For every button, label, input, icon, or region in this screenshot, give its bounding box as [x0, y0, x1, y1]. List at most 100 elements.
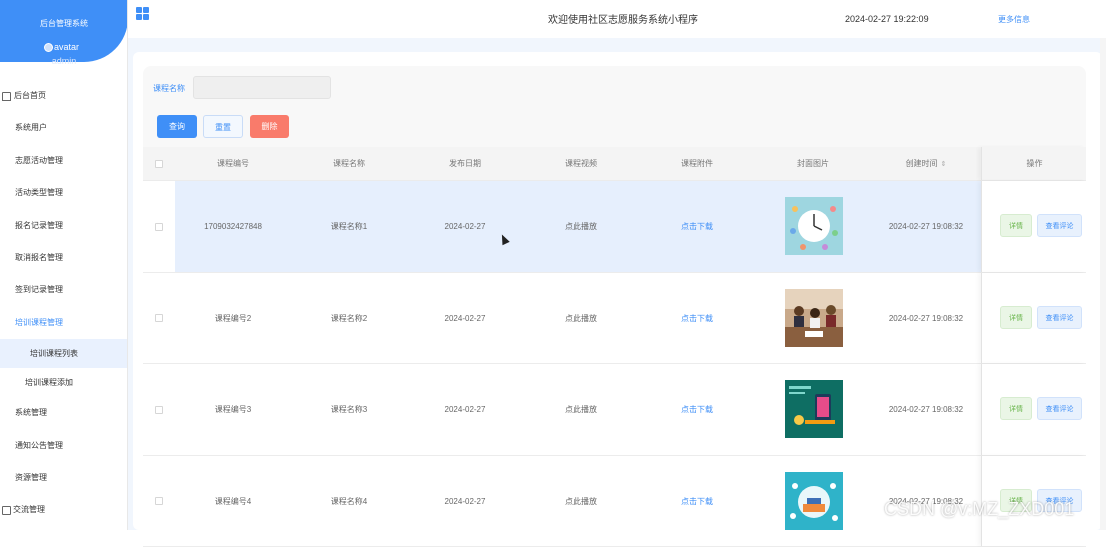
sidebar-item-course-add[interactable]: 培训课程添加 — [0, 368, 128, 397]
table-header: 课程编号 课程名称 发布日期 课程视频 课程附件 封面图片 创建时间⇕ 操作 — [143, 147, 1086, 181]
download-attachment-link[interactable]: 点击下载 — [639, 181, 755, 272]
created-time-cell: 2024-02-27 19:08:32 — [871, 181, 981, 272]
play-video-link[interactable]: 点此播放 — [523, 273, 639, 364]
sidebar-item-checkin-records[interactable]: 签到记录管理 — [0, 274, 128, 306]
sidebar: 后台管理系统 avatar admin 后台首页 系统用户 志愿活动管理 活动类… — [0, 0, 128, 530]
cover-image-clock — [785, 197, 843, 255]
document-icon — [2, 506, 11, 515]
table-row[interactable]: 课程编号2 课程名称2 2024-02-27 点此播放 点击下载 2024-02… — [143, 273, 1086, 365]
download-attachment-link[interactable]: 点击下载 — [639, 364, 755, 455]
delete-button[interactable]: 删除 — [250, 115, 289, 138]
sidebar-item-training-courses[interactable]: 培训课程管理 — [0, 307, 128, 339]
created-time-cell: 2024-02-27 19:08:32 — [871, 364, 981, 455]
sidebar-item-notice-management[interactable]: 通知公告管理 — [0, 430, 128, 462]
avatar-image-icon — [44, 43, 53, 52]
sidebar-menu: 后台首页 系统用户 志愿活动管理 活动类型管理 报名记录管理 取消报名管理 签到… — [0, 80, 128, 527]
query-button[interactable]: 查询 — [157, 115, 197, 138]
reset-button[interactable]: 重置 — [203, 115, 243, 138]
detail-button[interactable]: 详情 — [1000, 214, 1032, 237]
column-course-name: 课程名称 — [291, 147, 407, 181]
content-panel: 课程名称 查询 重置 删除 课程编号 课程名称 发布日期 课程视频 课程附件 封… — [133, 52, 1102, 530]
download-attachment-link[interactable]: 点击下载 — [639, 456, 755, 547]
top-header: 欢迎使用社区志愿服务系统小程序 2024-02-27 19:22:09 更多信息 — [128, 0, 1106, 38]
cover-image-books — [785, 472, 843, 530]
column-created-time[interactable]: 创建时间⇕ — [871, 147, 981, 181]
sidebar-item-label: 交流管理 — [13, 494, 45, 526]
course-name-cell: 课程名称1 — [291, 181, 407, 272]
sidebar-item-home[interactable]: 后台首页 — [0, 80, 128, 112]
course-table: 课程编号 课程名称 发布日期 课程视频 课程附件 封面图片 创建时间⇕ 操作 1… — [143, 147, 1086, 547]
row-select-cell — [143, 273, 175, 364]
main-content: 课程名称 查询 重置 删除 课程编号 课程名称 发布日期 课程视频 课程附件 封… — [128, 38, 1106, 530]
header-datetime: 2024-02-27 19:22:09 — [845, 14, 929, 24]
row-checkbox[interactable] — [155, 406, 163, 414]
detail-button[interactable]: 详情 — [1000, 306, 1032, 329]
table-row[interactable]: 1709032427848 课程名称1 2024-02-27 点此播放 点击下载… — [143, 181, 1086, 273]
menu-toggle-grid-icon[interactable] — [136, 7, 149, 20]
play-video-link[interactable]: 点此播放 — [523, 456, 639, 547]
welcome-text: 欢迎使用社区志愿服务系统小程序 — [548, 11, 698, 26]
avatar[interactable]: avatar — [44, 42, 79, 52]
play-video-link[interactable]: 点此播放 — [523, 181, 639, 272]
row-checkbox[interactable] — [155, 497, 163, 505]
watermark: CSDN @v:MZ_ZXD001 — [884, 499, 1074, 520]
search-form: 课程名称 查询 重置 删除 — [143, 66, 1086, 154]
avatar-alt-text: avatar — [54, 42, 79, 52]
ops-column-header: 操作 — [981, 147, 1086, 180]
download-attachment-link[interactable]: 点击下载 — [639, 273, 755, 364]
course-name-cell: 课程名称4 — [291, 456, 407, 547]
table-row[interactable]: 课程编号3 课程名称3 2024-02-27 点此播放 点击下载 2024-02… — [143, 364, 1086, 456]
home-icon — [2, 92, 11, 101]
sort-icon[interactable]: ⇕ — [941, 148, 947, 182]
detail-button[interactable]: 详情 — [1000, 397, 1032, 420]
course-name-label: 课程名称 — [153, 83, 185, 94]
column-publish-date: 发布日期 — [407, 147, 523, 181]
sidebar-item-label: 后台首页 — [14, 80, 46, 112]
cover-image-app — [785, 380, 843, 438]
sidebar-item-course-list[interactable]: 培训课程列表 — [0, 339, 128, 368]
select-all-checkbox[interactable] — [155, 160, 163, 168]
column-course-attachment: 课程附件 — [639, 147, 755, 181]
sidebar-item-system-users[interactable]: 系统用户 — [0, 112, 128, 144]
created-time-label: 创建时间 — [906, 159, 938, 168]
column-course-id: 课程编号 — [175, 147, 291, 181]
row-checkbox[interactable] — [155, 314, 163, 322]
sidebar-item-system-management[interactable]: 系统管理 — [0, 397, 128, 429]
row-select-cell — [143, 181, 175, 272]
view-comments-button[interactable]: 查看评论 — [1037, 397, 1082, 420]
sidebar-item-volunteer-activities[interactable]: 志愿活动管理 — [0, 145, 128, 177]
sidebar-item-signup-records[interactable]: 报名记录管理 — [0, 210, 128, 242]
row-select-cell — [143, 456, 175, 547]
course-name-cell: 课程名称3 — [291, 364, 407, 455]
course-id-cell: 1709032427848 — [175, 181, 291, 272]
sidebar-item-exchange-management[interactable]: 交流管理 — [0, 494, 128, 526]
sidebar-item-activity-types[interactable]: 活动类型管理 — [0, 177, 128, 209]
username: admin — [0, 56, 128, 66]
sidebar-item-resource-management[interactable]: 资源管理 — [0, 462, 128, 494]
sidebar-item-cancel-signup[interactable]: 取消报名管理 — [0, 242, 128, 274]
row-actions: 详情 查看评论 — [981, 273, 1086, 364]
course-name-input[interactable] — [193, 76, 331, 99]
row-select-cell — [143, 364, 175, 455]
course-id-cell: 课程编号3 — [175, 364, 291, 455]
cover-image-classroom — [785, 289, 843, 347]
column-course-video: 课程视频 — [523, 147, 639, 181]
publish-date-cell: 2024-02-27 — [407, 456, 523, 547]
row-actions: 详情 查看评论 — [981, 181, 1086, 272]
brand-title: 后台管理系统 — [0, 18, 128, 29]
view-comments-button[interactable]: 查看评论 — [1037, 306, 1082, 329]
created-time-cell: 2024-02-27 19:08:32 — [871, 273, 981, 364]
view-comments-button[interactable]: 查看评论 — [1037, 214, 1082, 237]
column-actions: 操作 — [982, 147, 1087, 181]
more-info-link[interactable]: 更多信息 — [998, 14, 1030, 25]
publish-date-cell: 2024-02-27 — [407, 273, 523, 364]
play-video-link[interactable]: 点此播放 — [523, 364, 639, 455]
row-checkbox[interactable] — [155, 223, 163, 231]
select-all-cell — [143, 147, 175, 181]
course-name-cell: 课程名称2 — [291, 273, 407, 364]
course-id-cell: 课程编号2 — [175, 273, 291, 364]
row-actions: 详情 查看评论 — [981, 364, 1086, 455]
training-submenu: 培训课程列表 培训课程添加 — [0, 339, 128, 397]
page-scrollbar[interactable] — [1100, 38, 1106, 530]
publish-date-cell: 2024-02-27 — [407, 364, 523, 455]
